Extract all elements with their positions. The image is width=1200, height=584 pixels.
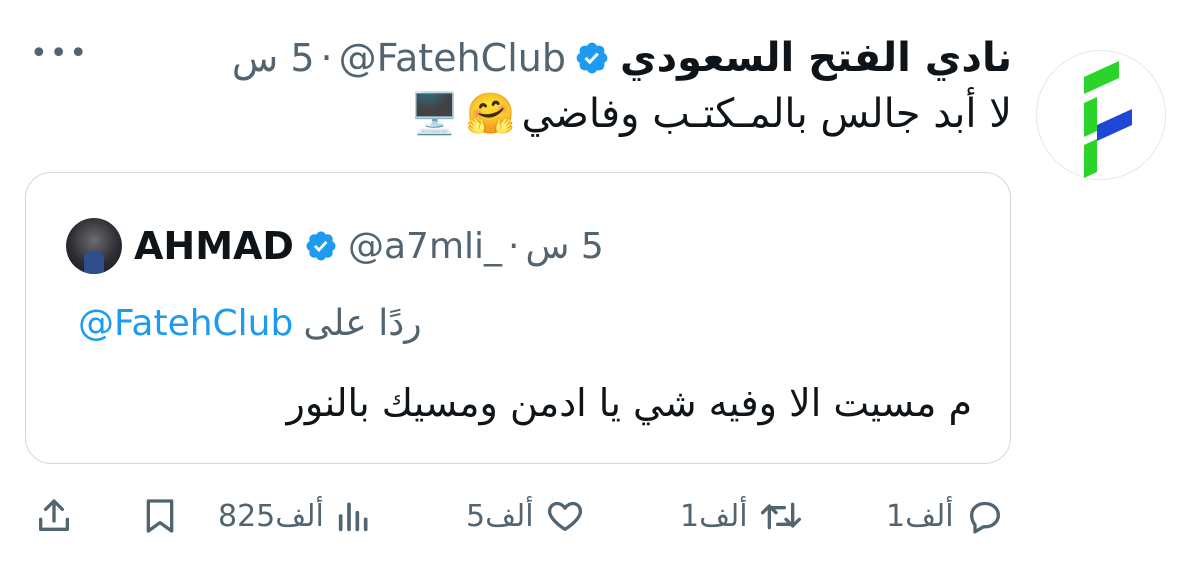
tweet-text: لا أبد جالس بالمـكتـب وفاضي 🤗 🖥️ <box>409 90 1012 138</box>
quote-timestamp: 5 س <box>525 225 604 267</box>
retweet-icon <box>760 502 801 530</box>
bookmark-button[interactable] <box>140 488 180 544</box>
verified-icon <box>574 40 610 76</box>
display-name[interactable]: نادي الفتح السعودي <box>620 35 1012 81</box>
tweet-text-content: لا أبد جالس بالمـكتـب وفاضي <box>521 90 1012 137</box>
quoted-tweet[interactable]: AHMAD @a7mli_ · 5 س @FatehClub ردًا على … <box>25 172 1011 464</box>
fateh-logo-icon <box>1084 61 1132 178</box>
tweet-card: ••• نادي الفتح السعودي @FatehClub · 5 س … <box>0 0 1200 584</box>
handle[interactable]: @FatehClub <box>339 36 566 80</box>
separator: · <box>320 36 333 80</box>
quote-avatar[interactable] <box>66 218 122 274</box>
like-icon <box>547 501 582 531</box>
reply-icon <box>969 501 1000 534</box>
hugging-face-icon: 🤗 <box>465 91 516 137</box>
likes-count: 5ألف <box>466 498 534 534</box>
retweets-count: 1ألف <box>680 498 748 534</box>
verified-icon <box>304 229 338 263</box>
views-button[interactable]: 825ألف <box>218 488 374 544</box>
reply-to-handle[interactable]: @FatehClub <box>78 303 293 344</box>
retweet-button[interactable]: 1ألف <box>680 488 804 544</box>
avatar[interactable] <box>1036 50 1166 180</box>
quote-handle: @a7mli_ <box>347 225 503 267</box>
more-icon[interactable]: ••• <box>30 36 89 71</box>
quote-text: م مسيت الا وفيه شي يا ادمن ومسيك بالنور <box>286 381 972 425</box>
like-button[interactable]: 5ألف <box>466 488 586 544</box>
share-button[interactable] <box>34 488 74 544</box>
quote-header: AHMAD @a7mli_ · 5 س <box>66 218 604 274</box>
separator: · <box>508 225 520 267</box>
views-icon <box>338 502 368 532</box>
quote-display-name: AHMAD <box>134 224 294 268</box>
replying-to: @FatehClub ردًا على <box>78 303 422 344</box>
reply-button[interactable]: 1ألف <box>886 488 1006 544</box>
tweet-header: نادي الفتح السعودي @FatehClub · 5 س <box>232 32 1012 84</box>
bookmark-icon <box>146 499 174 533</box>
action-bar: 825ألف 5ألف 1ألف 1ألف <box>0 488 1200 548</box>
desktop-computer-icon: 🖥️ <box>409 91 460 137</box>
share-icon <box>39 499 70 531</box>
timestamp[interactable]: 5 س <box>232 36 315 80</box>
replies-count: 1ألف <box>886 498 954 534</box>
reply-prefix: ردًا على <box>303 303 422 344</box>
views-count: 825ألف <box>218 498 324 534</box>
